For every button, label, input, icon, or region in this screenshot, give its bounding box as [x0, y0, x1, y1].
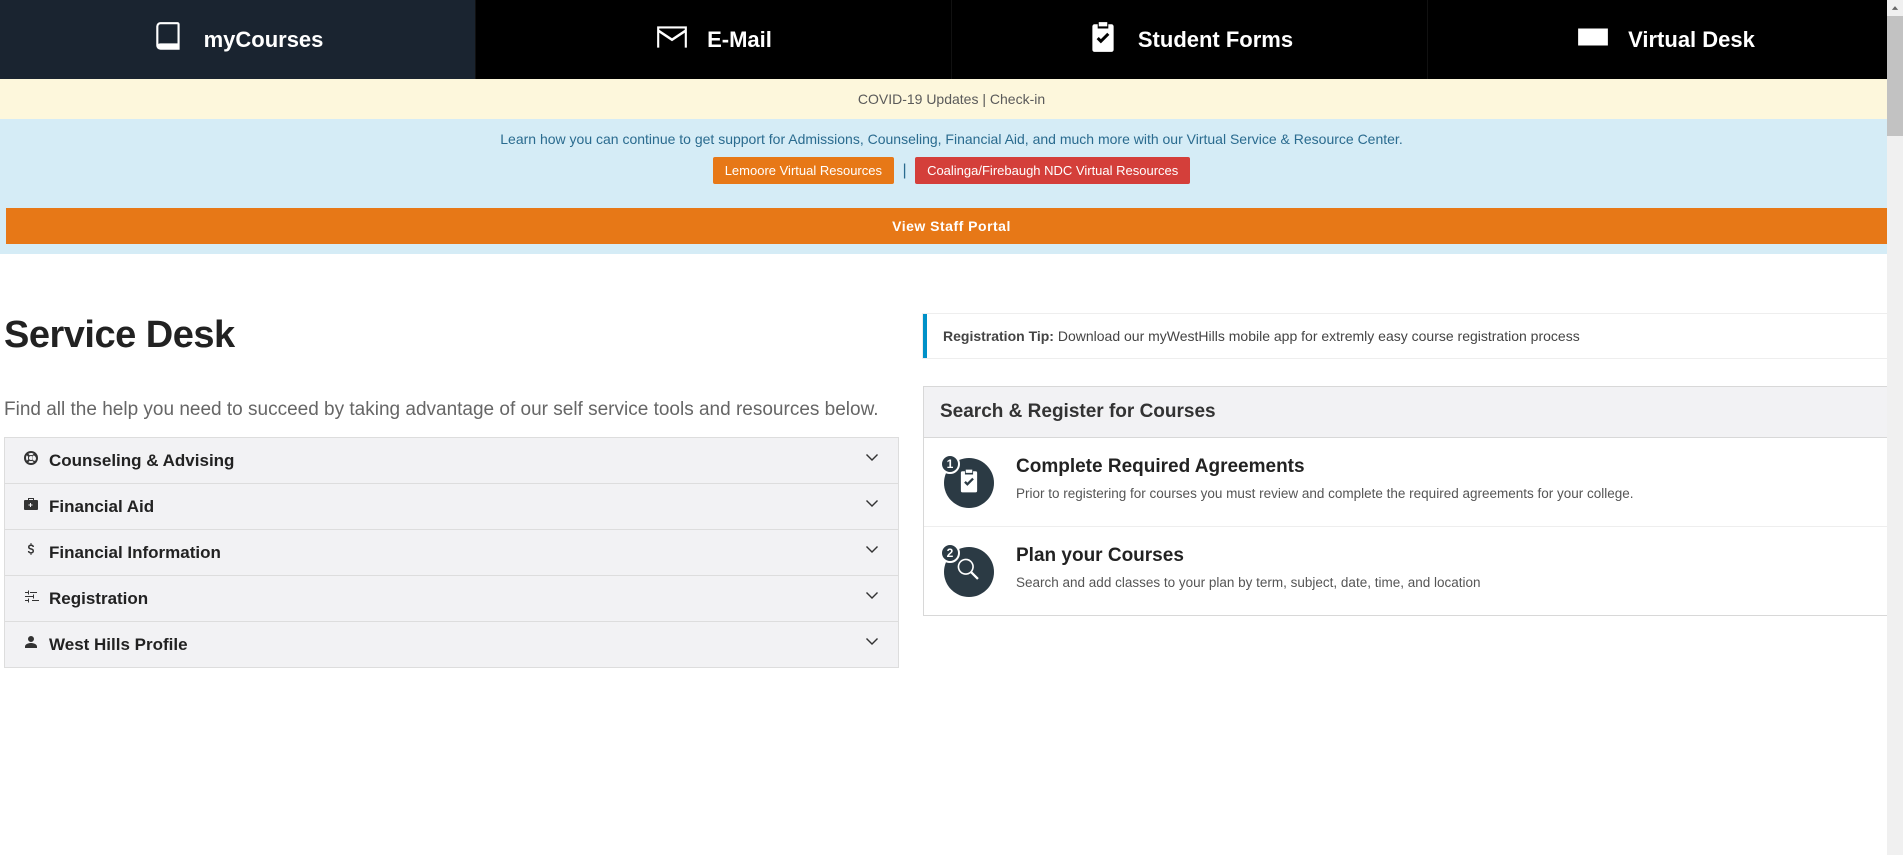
- mail-icon: [655, 20, 689, 59]
- register-panel-title: Search & Register for Courses: [924, 387, 1898, 438]
- step-desc: Prior to registering for courses you mus…: [1016, 484, 1634, 504]
- nav-virtual-desk[interactable]: Virtual Desk: [1428, 0, 1903, 79]
- sliders-icon: [23, 588, 39, 609]
- accordion-label: Financial Aid: [49, 497, 154, 517]
- nav-student-forms[interactable]: Student Forms: [952, 0, 1428, 79]
- staff-bar-wrap: View Staff Portal: [0, 208, 1903, 254]
- accordion-label: Registration: [49, 589, 148, 609]
- dollar-icon: [23, 542, 39, 563]
- separator: |: [902, 162, 906, 179]
- user-icon: [23, 634, 39, 655]
- register-step-2[interactable]: 2 Plan your Courses Search and add class…: [924, 527, 1898, 615]
- chevron-down-icon: [864, 542, 880, 563]
- nav-label: E-Mail: [707, 27, 772, 53]
- step-desc: Search and add classes to your plan by t…: [1016, 573, 1481, 593]
- medkit-icon: [23, 496, 39, 517]
- lemoore-resources-button[interactable]: Lemoore Virtual Resources: [713, 157, 894, 184]
- covid-checkin-link[interactable]: Check-in: [990, 91, 1045, 107]
- covid-updates-link[interactable]: COVID-19 Updates: [858, 91, 979, 107]
- step-number: 1: [940, 454, 960, 474]
- chevron-down-icon: [864, 450, 880, 471]
- search-icon: [956, 557, 982, 588]
- registration-tip: Registration Tip: Download our myWestHil…: [923, 314, 1899, 358]
- chevron-down-icon: [864, 634, 880, 655]
- tip-bold: Registration Tip:: [943, 328, 1054, 344]
- nav-label: Student Forms: [1138, 27, 1293, 53]
- nav-label: myCourses: [204, 27, 324, 53]
- accordion-financial-aid[interactable]: Financial Aid: [5, 484, 898, 530]
- service-desk-accordion: Counseling & Advising Financial Aid Fina…: [4, 437, 899, 668]
- tip-text: Download our myWestHills mobile app for …: [1054, 328, 1580, 344]
- register-step-1[interactable]: 1 Complete Required Agreements Prior to …: [924, 438, 1898, 527]
- accordion-counseling[interactable]: Counseling & Advising: [5, 438, 898, 484]
- accordion-label: West Hills Profile: [49, 635, 188, 655]
- nav-label: Virtual Desk: [1628, 27, 1755, 53]
- accordion-label: Financial Information: [49, 543, 221, 563]
- chevron-down-icon: [864, 496, 880, 517]
- page-title: Service Desk: [4, 314, 899, 357]
- accordion-financial-info[interactable]: Financial Information: [5, 530, 898, 576]
- nav-mycourses[interactable]: myCourses: [0, 0, 476, 79]
- step-badge: 2: [944, 547, 994, 597]
- accordion-label: Counseling & Advising: [49, 451, 234, 471]
- page-subtitle: Find all the help you need to succeed by…: [4, 399, 899, 421]
- keyboard-icon: [1576, 20, 1610, 59]
- accordion-profile[interactable]: West Hills Profile: [5, 622, 898, 667]
- covid-bar: COVID-19 Updates | Check-in: [0, 79, 1903, 119]
- step-badge: 1: [944, 458, 994, 508]
- nav-email[interactable]: E-Mail: [476, 0, 952, 79]
- chevron-down-icon: [864, 588, 880, 609]
- step-number: 2: [940, 543, 960, 563]
- register-panel: Search & Register for Courses 1 Complete…: [923, 386, 1899, 616]
- life-ring-icon: [23, 450, 39, 471]
- top-nav: myCourses E-Mail Student Forms Virtual D…: [0, 0, 1903, 79]
- book-icon: [152, 20, 186, 59]
- scroll-thumb[interactable]: [1887, 16, 1903, 136]
- step-title: Plan your Courses: [1016, 545, 1481, 567]
- info-text: Learn how you can continue to get suppor…: [0, 131, 1903, 147]
- scrollbar[interactable]: [1887, 0, 1903, 855]
- clipboard-icon: [956, 468, 982, 499]
- scroll-up-icon[interactable]: [1887, 0, 1903, 16]
- clipboard-icon: [1086, 20, 1120, 59]
- view-staff-portal-button[interactable]: View Staff Portal: [6, 208, 1897, 244]
- separator: |: [978, 91, 989, 107]
- coalinga-resources-button[interactable]: Coalinga/Firebaugh NDC Virtual Resources: [915, 157, 1190, 184]
- info-banner: Learn how you can continue to get suppor…: [0, 119, 1903, 208]
- accordion-registration[interactable]: Registration: [5, 576, 898, 622]
- step-title: Complete Required Agreements: [1016, 456, 1634, 478]
